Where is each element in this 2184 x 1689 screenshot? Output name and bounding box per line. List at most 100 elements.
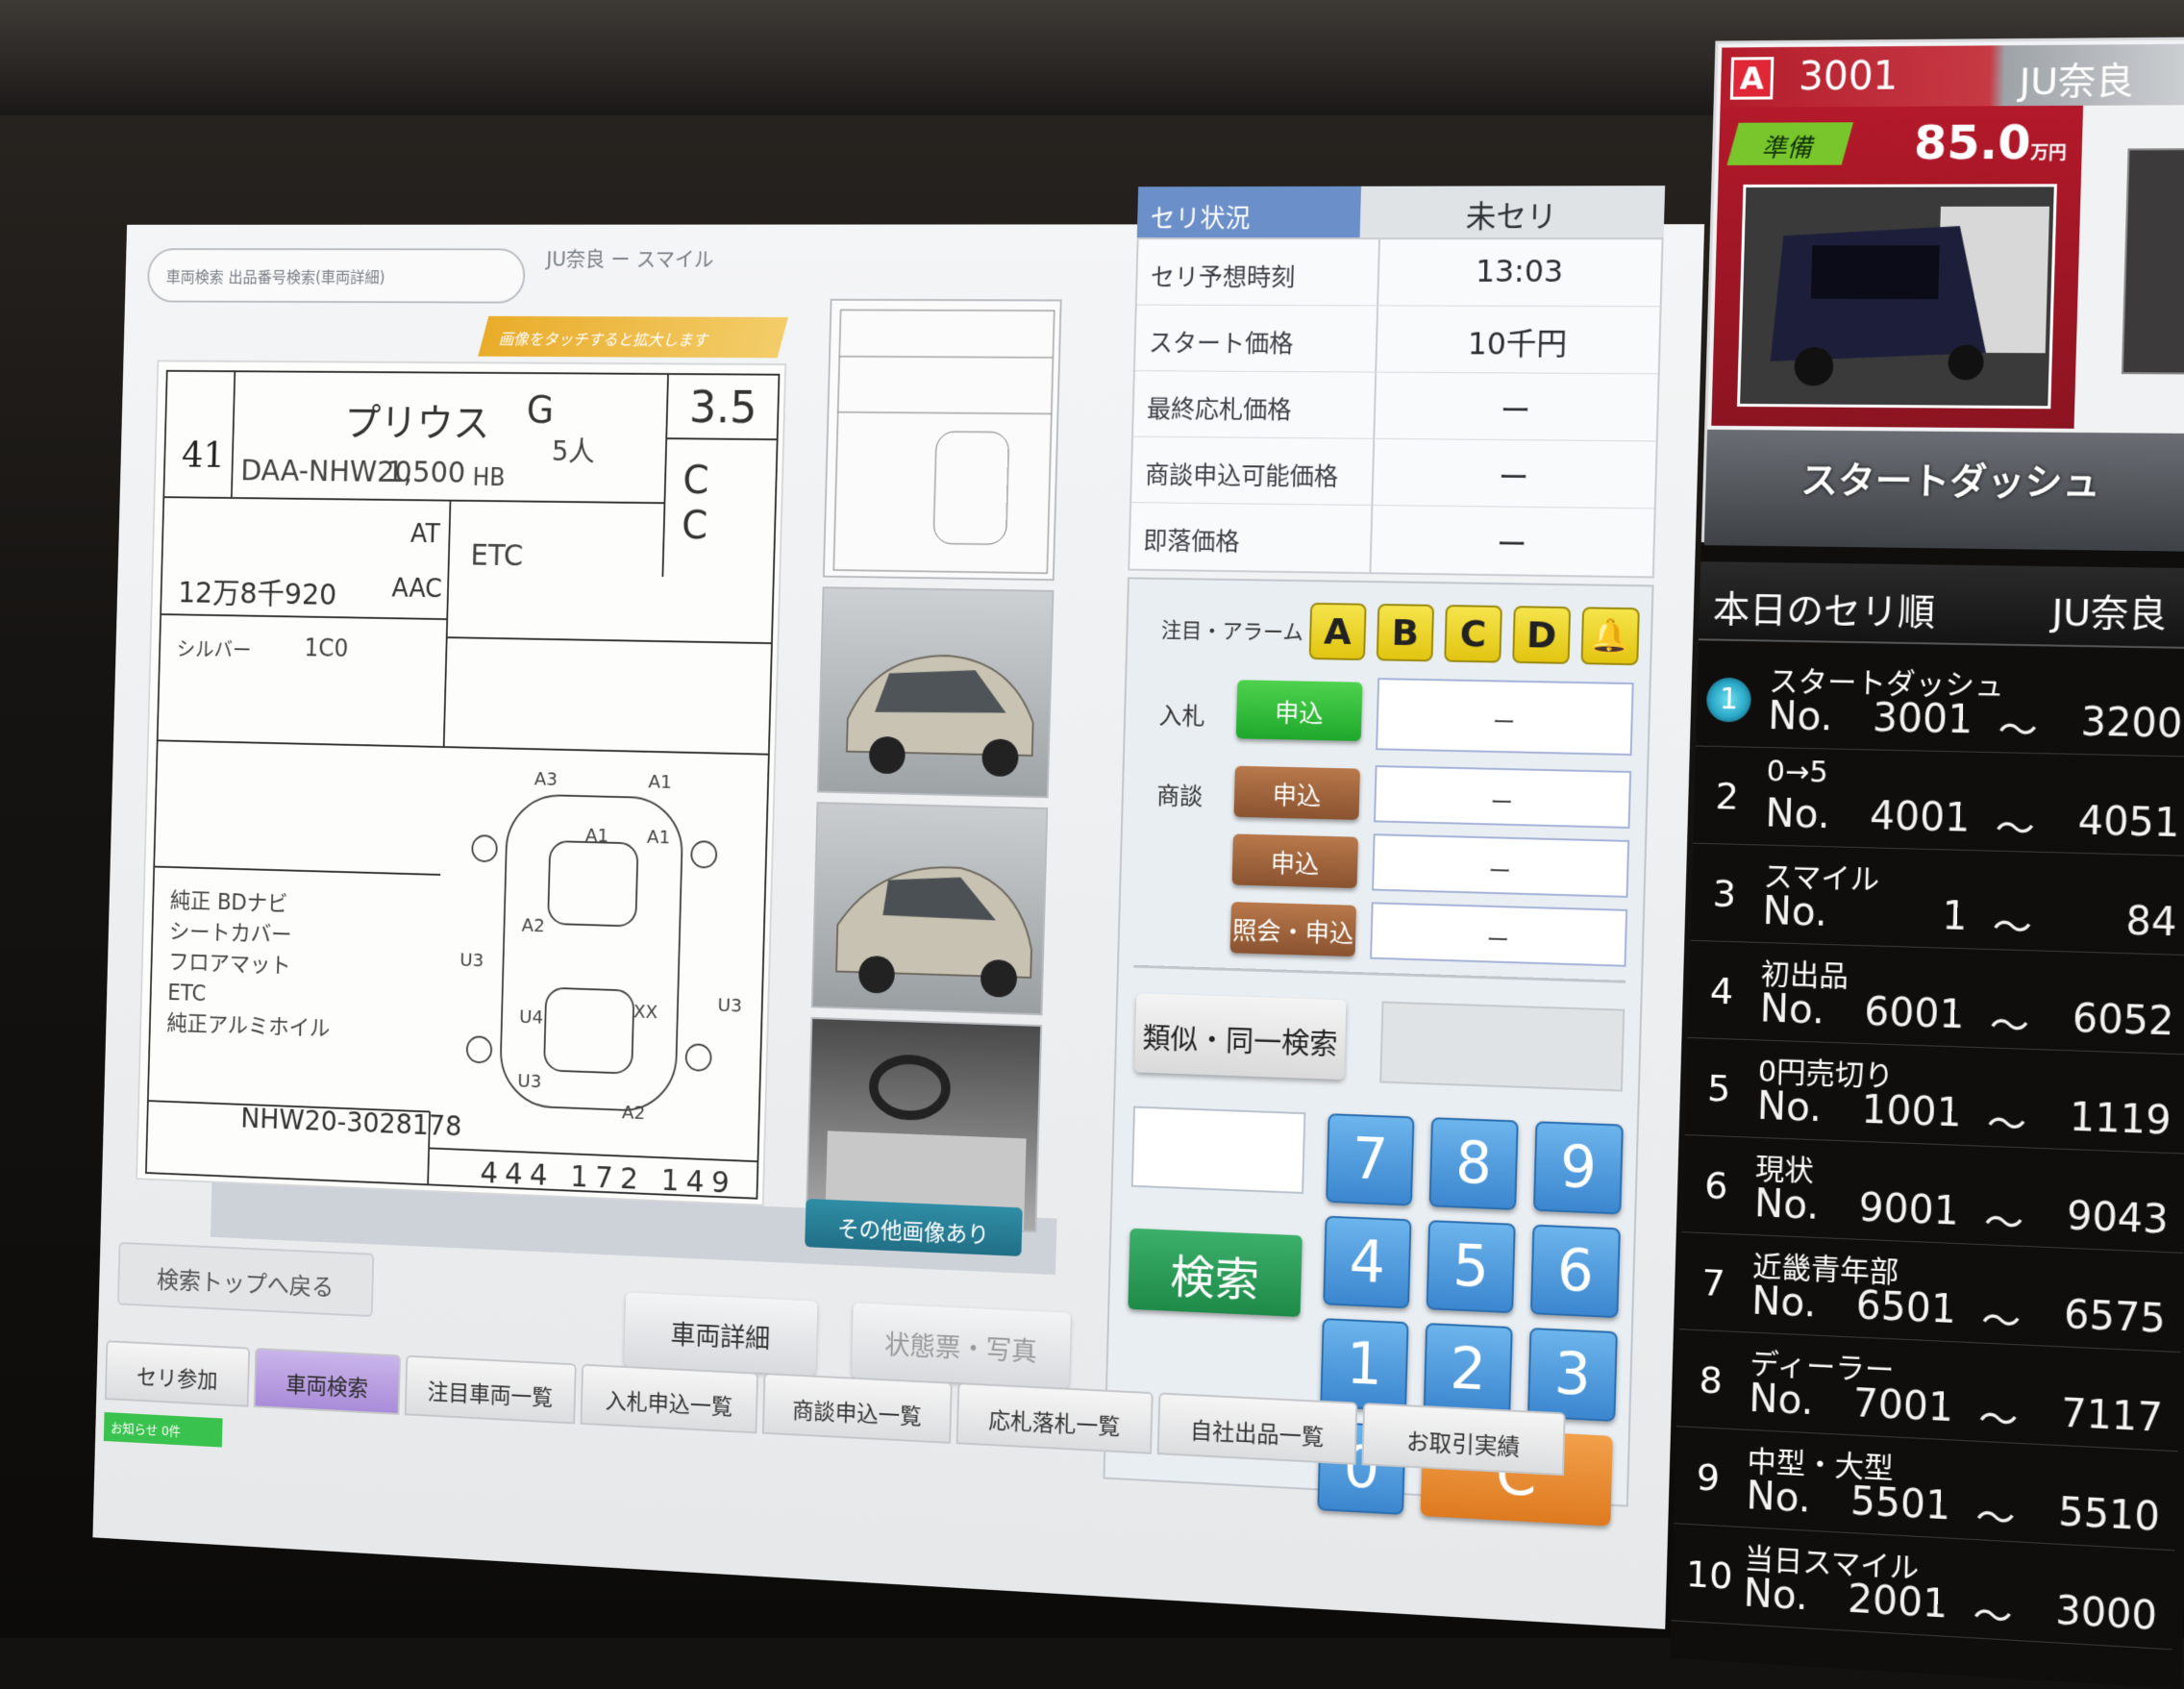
range-from-value: 5501: [1849, 1478, 1951, 1529]
app-title: JU奈良 ー スマイル: [546, 248, 714, 272]
status-row-instant-price: 即落価格 ー: [1129, 503, 1654, 576]
order-list-item[interactable]: 3 スマイル No. 1 ～ 84: [1690, 844, 2184, 956]
tab-join-auction[interactable]: セリ参加: [104, 1340, 251, 1407]
damage-mark: U4: [518, 1005, 544, 1029]
condition-sheet[interactable]: 41 プリウス G 3.5 DAA-NHW20 1,500 HB 5人 C C …: [136, 360, 787, 1206]
negotiation-field-2[interactable]: ー: [1372, 833, 1630, 898]
no-label: No.: [1767, 693, 1834, 740]
range-tilde: ～: [1974, 1495, 2017, 1543]
similar-search-button[interactable]: 類似・同一検索: [1134, 993, 1347, 1080]
thumbnail-front-photo[interactable]: [816, 586, 1055, 799]
keypad-9[interactable]: 9: [1532, 1121, 1624, 1215]
search-button[interactable]: 検索: [1128, 1228, 1303, 1317]
alarm-bell-icon[interactable]: 🔔: [1580, 607, 1640, 666]
tab-negotiation-list[interactable]: 商談申込一覧: [761, 1373, 953, 1444]
notice-badge[interactable]: お知らせ 0件: [103, 1412, 223, 1448]
keypad-1[interactable]: 1: [1320, 1318, 1409, 1412]
status-row-value: 10千円: [1467, 325, 1568, 362]
negotiation-apply-button-1[interactable]: 申込: [1233, 765, 1360, 820]
keypad-2[interactable]: 2: [1423, 1323, 1513, 1417]
current-lot-price: 85.0万円: [1913, 115, 2067, 170]
order-range-from: No. 1001: [1756, 1084, 1982, 1137]
price-unit: 万円: [2030, 142, 2067, 164]
current-lot-card: A 3001 JU奈良 準備 85.0万円 スタートダッシュ: [1700, 37, 2184, 552]
bid-row-label: 入札: [1158, 702, 1205, 731]
no-label: No.: [1759, 986, 1825, 1033]
negotiation-apply-button-2[interactable]: 申込: [1231, 833, 1358, 889]
order-index: 6: [1703, 1163, 1729, 1207]
bid-field[interactable]: ー: [1376, 678, 1634, 757]
color-code-value: 1C0: [304, 634, 349, 663]
range-tilde: ～: [1972, 1593, 2014, 1641]
alarm-a-button[interactable]: A: [1308, 602, 1367, 661]
condition-photo-button[interactable]: 状態票・写真: [851, 1303, 1072, 1388]
car-rear-icon: [813, 804, 1049, 998]
inquiry-field[interactable]: ー: [1370, 902, 1628, 967]
order-range: No. 1001 ～ 1119: [1756, 1084, 2172, 1149]
status-row-label: スタート価格: [1134, 305, 1379, 372]
lot-number-value: 41: [181, 434, 226, 477]
more-images-button[interactable]: その他画像あり: [805, 1198, 1023, 1256]
keypad-8[interactable]: 8: [1428, 1117, 1519, 1210]
tab-watch-list[interactable]: 注目車両一覧: [404, 1354, 577, 1425]
keypad-7[interactable]: 7: [1326, 1113, 1415, 1206]
current-lot-state: 準備: [1726, 122, 1854, 165]
tab-own-listings[interactable]: 自社出品一覧: [1156, 1392, 1358, 1465]
lot-number-input[interactable]: [1130, 1105, 1306, 1194]
auction-status-panel: セリ状況 未セリ セリ予想時刻 13:03 スタート価格 10千円 最終応札価格ー …: [1128, 186, 1666, 580]
grade-value: G: [526, 389, 555, 433]
no-label: No.: [1748, 1376, 1815, 1425]
range-tilde: ～: [1997, 708, 2039, 755]
breadcrumb: 車両検索 出品番号検索(車両詳細): [146, 248, 526, 304]
bid-apply-button[interactable]: 申込: [1235, 680, 1363, 741]
order-index: 8: [1698, 1358, 1724, 1403]
order-group-name: 0→5: [1766, 755, 1829, 790]
thumbnail-rear-photo[interactable]: [810, 802, 1049, 1016]
order-list-item[interactable]: 4 初出品 No. 6001 ～ 6052: [1687, 941, 2184, 1056]
order-range: No. 7001 ～ 7117: [1749, 1377, 2164, 1444]
order-range: No. 6001 ～ 6052: [1759, 986, 2174, 1050]
negotiation-field-1[interactable]: ー: [1374, 765, 1632, 829]
range-from-value: 9001: [1858, 1185, 1960, 1234]
inquiry-apply-button[interactable]: 照会・申込: [1229, 902, 1357, 957]
thumbnail-condition-sheet[interactable]: [822, 298, 1062, 582]
alarm-b-button[interactable]: B: [1376, 603, 1435, 662]
auction-order-venue: JU奈良: [2050, 590, 2168, 636]
mini-sheet-icon: [825, 301, 1062, 581]
order-list-item[interactable]: 5 0円売切り No. 1001 ～ 1119: [1684, 1038, 2184, 1155]
back-to-search-top-button[interactable]: 検索トップへ戻る: [117, 1241, 375, 1318]
displacement-value: 1,500: [385, 454, 466, 490]
order-index: 7: [1700, 1261, 1726, 1305]
tab-transaction-history[interactable]: お取引実績: [1361, 1403, 1566, 1477]
range-to-value: 7117: [2060, 1391, 2164, 1442]
keypad-3[interactable]: 3: [1526, 1327, 1618, 1422]
vehicle-detail-button[interactable]: 車両詳細: [624, 1292, 818, 1376]
price-value: 85.0: [1913, 115, 2032, 171]
status-header: セリ状況: [1136, 186, 1362, 238]
tab-won-list[interactable]: 応札落札一覧: [956, 1382, 1154, 1454]
negotiation-row-label: 商談: [1155, 782, 1204, 811]
touch-hint-banner: 画像をタッチすると拡大します: [478, 315, 788, 359]
damage-mark: A1: [646, 825, 671, 849]
order-list-item[interactable]: 2 0→5 No. 4001 ～ 4051: [1693, 747, 2184, 857]
similar-search-field[interactable]: [1379, 1001, 1626, 1092]
range-tilde: ～: [1989, 1003, 2030, 1050]
alarm-c-button[interactable]: C: [1444, 605, 1502, 663]
interior-exterior-value: C C: [681, 457, 723, 549]
range-to-value: 84: [2124, 899, 2178, 946]
order-range-from: No. 4001: [1765, 791, 1992, 841]
damage-mark: A3: [534, 767, 558, 790]
tab-vehicle-search[interactable]: 車両検索: [253, 1347, 402, 1415]
order-range-from: No. 2001: [1743, 1571, 1969, 1628]
keypad-5[interactable]: 5: [1426, 1220, 1516, 1314]
order-range-from: No. 3001: [1768, 694, 1995, 743]
order-index: 2: [1714, 775, 1740, 818]
score-value: 3.5: [688, 381, 758, 435]
order-list-item[interactable]: 1 スタートダッシュ No. 3001 ～ 3200: [1695, 650, 2184, 758]
keypad-4[interactable]: 4: [1323, 1215, 1412, 1309]
tab-bid-list[interactable]: 入札申込一覧: [580, 1363, 759, 1434]
status-row-value: 13:03: [1475, 253, 1564, 290]
alarm-d-button[interactable]: D: [1512, 606, 1572, 664]
status-row-start-price: スタート価格 10千円: [1134, 305, 1660, 375]
keypad-6[interactable]: 6: [1529, 1224, 1621, 1319]
